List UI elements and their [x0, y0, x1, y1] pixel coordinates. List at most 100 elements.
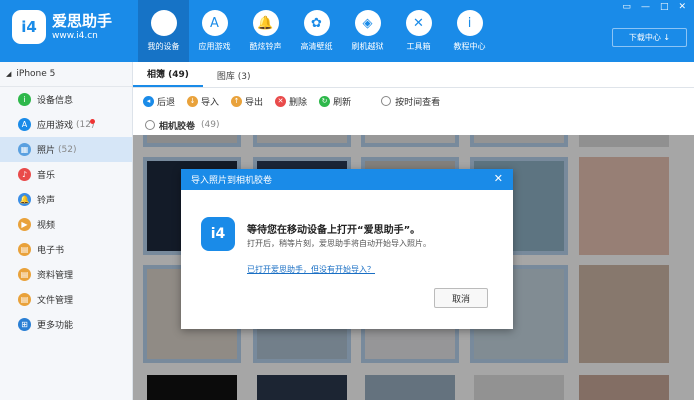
sidebar-icon: ▦: [18, 143, 31, 156]
collapse-arrow-icon[interactable]: ◢: [6, 70, 11, 78]
device-header[interactable]: ◢ iPhone 5: [0, 62, 132, 87]
dialog-heading: 等待您在移动设备上打开“爱思助手”。: [247, 225, 421, 236]
export-button[interactable]: ↑ 导出: [231, 95, 263, 108]
sidebar-icon: ⊞: [18, 318, 31, 331]
back-icon: ◂: [143, 95, 154, 107]
sidebar-item-label: 应用游戏: [37, 121, 74, 131]
sidebar-item-label: 视频: [37, 221, 56, 231]
nav-label: 应用游戏: [198, 42, 231, 51]
sidebar-item-label: 设备信息: [37, 96, 74, 106]
sidebar-icon: ▤: [18, 268, 31, 281]
close-window-icon[interactable]: ✕: [678, 2, 686, 12]
download-center-button[interactable]: 下载中心 ↓: [612, 28, 687, 47]
sidebar-item[interactable]: 🔔 铃声: [0, 187, 132, 212]
sidebar-icon: ▤: [18, 243, 31, 256]
sidebar-item-count: (52): [58, 144, 77, 155]
toolbar-label: 后退: [157, 97, 176, 108]
import-icon: ↓: [187, 95, 199, 107]
toolbar: ◂ 后退 ↓ 导入 ↑ 导出 ✕ 删除 ↻ 刷新 按时间查看: [133, 88, 694, 114]
app-name: 爱思助手: [52, 12, 113, 30]
import-dialog: 导入照片到相机胶卷 ✕ i4 等待您在移动设备上打开“爱思助手”。 打开后，稍等…: [181, 169, 513, 329]
help-link[interactable]: 已打开爱思助手，但没有开始导入？: [247, 264, 375, 275]
export-icon: ↑: [231, 95, 243, 107]
cancel-button[interactable]: 取消: [434, 288, 488, 308]
device-name: iPhone 5: [16, 69, 56, 79]
nav-label: 教程中心: [453, 42, 486, 51]
flower-icon: ✿: [303, 10, 330, 36]
delete-button[interactable]: ✕ 删除: [275, 95, 307, 108]
notification-dot: [90, 119, 95, 124]
title-bar: i4 爱思助手 www.i4.cn 我的设备 A 应用游戏 🔔 酷炫铃声 ✿ 高清壁纸 ◈ 刷机…: [0, 0, 694, 62]
tab[interactable]: 相簿 (49): [133, 61, 203, 87]
refresh-icon: ↻: [319, 95, 331, 107]
sidebar-item-label: 文件管理: [37, 296, 74, 306]
minimize-icon[interactable]: —: [641, 2, 650, 12]
sidebar-item-label: 照片: [37, 146, 56, 156]
delete-icon: ✕: [275, 95, 287, 107]
sidebar-item-label: 电子书: [37, 246, 65, 256]
sidebar-item[interactable]: A 应用游戏 (12): [0, 112, 132, 137]
sidebar-item[interactable]: ⊞ 更多功能: [0, 312, 132, 337]
refresh-button[interactable]: ↻ 刷新: [319, 95, 351, 108]
sidebar-item[interactable]: ▤ 电子书: [0, 237, 132, 262]
nav-label: 高清壁纸: [300, 42, 333, 51]
close-icon[interactable]: ✕: [494, 172, 503, 185]
album-radio[interactable]: [145, 120, 155, 130]
box-icon: ◈: [354, 10, 381, 36]
app-logo: i4 爱思助手 www.i4.cn: [12, 10, 112, 44]
toolbar-label: 刷新: [333, 97, 352, 108]
skin-icon[interactable]: ▭: [622, 2, 631, 12]
sidebar-icon: i: [18, 93, 31, 106]
sidebar-icon: A: [18, 118, 31, 131]
sidebar-item-label: 铃声: [37, 196, 56, 206]
nav-item[interactable]: 🔔 酷炫铃声: [240, 0, 291, 62]
i4-app-icon: i4: [201, 217, 235, 251]
nav-label: 我的设备: [147, 42, 180, 51]
tools-icon: ✕: [405, 10, 432, 36]
sidebar-item[interactable]: ▤ 文件管理: [0, 287, 132, 312]
album-row[interactable]: 相机胶卷 (49): [133, 114, 694, 136]
bell-icon: 🔔: [252, 10, 279, 36]
sidebar-icon: ♪: [18, 168, 31, 181]
sidebar-item-label: 资料管理: [37, 271, 74, 281]
sidebar-item-label: 更多功能: [37, 321, 74, 331]
app-store-icon: A: [201, 10, 228, 36]
nav-item[interactable]: A 应用游戏: [189, 0, 240, 62]
dialog-subtext: 打开后，稍等片刻，爱思助手将自动开始导入照片。: [247, 239, 431, 248]
apple-icon: [150, 10, 177, 36]
sidebar-item-label: 音乐: [37, 171, 56, 181]
tab-bar: 相簿 (49) 图库 (3): [133, 62, 694, 88]
sidebar-item[interactable]: ▦ 照片 (52): [0, 137, 132, 162]
album-count: (49): [201, 120, 220, 130]
nav-label: 刷机越狱: [351, 42, 384, 51]
dialog-title: 导入照片到相机胶卷: [191, 176, 273, 186]
sort-radio[interactable]: [381, 96, 392, 106]
nav-item[interactable]: ✕ 工具箱: [393, 0, 444, 62]
dialog-title-bar: 导入照片到相机胶卷 ✕: [181, 169, 513, 190]
info-icon: i: [456, 10, 483, 36]
sidebar-item[interactable]: ▶ 视频: [0, 212, 132, 237]
app-url: www.i4.cn: [52, 31, 98, 41]
maximize-icon[interactable]: □: [660, 2, 669, 12]
i4-logo-icon: i4: [12, 10, 46, 44]
top-nav: 我的设备 A 应用游戏 🔔 酷炫铃声 ✿ 高清壁纸 ◈ 刷机越狱 ✕ 工具箱 i 教程中心: [138, 0, 495, 62]
nav-item[interactable]: 我的设备: [138, 0, 189, 62]
window-controls: ▭ — □ ✕: [622, 2, 686, 12]
tab[interactable]: 图库 (3): [203, 63, 265, 87]
back-button[interactable]: ◂ 后退: [143, 95, 175, 108]
sidebar-icon: 🔔: [18, 193, 31, 206]
toolbar-label: 删除: [289, 97, 308, 108]
sidebar-item[interactable]: ♪ 音乐: [0, 162, 132, 187]
nav-item[interactable]: ◈ 刷机越狱: [342, 0, 393, 62]
album-label: 相机胶卷: [159, 121, 196, 132]
sort-by-time-option[interactable]: 按时间查看: [381, 95, 440, 108]
nav-item[interactable]: ✿ 高清壁纸: [291, 0, 342, 62]
sidebar-item[interactable]: ▤ 资料管理: [0, 262, 132, 287]
toolbar-label: 导出: [245, 97, 264, 108]
sidebar-icon: ▤: [18, 293, 31, 306]
sort-label: 按时间查看: [395, 97, 441, 108]
import-button[interactable]: ↓ 导入: [187, 95, 219, 108]
sidebar-item[interactable]: i 设备信息: [0, 87, 132, 112]
toolbar-label: 导入: [201, 97, 220, 108]
nav-item[interactable]: i 教程中心: [444, 0, 495, 62]
